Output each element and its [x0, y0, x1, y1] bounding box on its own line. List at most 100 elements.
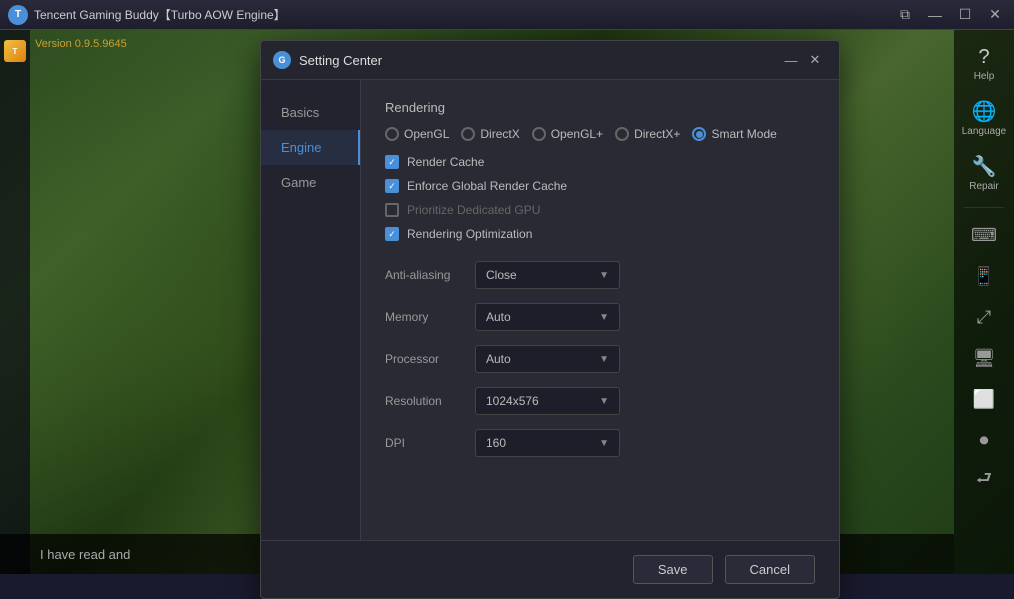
language-icon: 🌐 [972, 99, 997, 124]
checkbox-render-cache-label: Render Cache [407, 155, 484, 169]
render-mode-group: OpenGL DirectX OpenGL+ DirectX+ Smart Mo… [385, 127, 815, 141]
app-logo: T [4, 40, 26, 62]
cancel-button[interactable]: Cancel [725, 555, 815, 584]
section-title: Rendering [385, 100, 815, 115]
sidebar-item-help[interactable]: ? Help [959, 40, 1009, 88]
crop-button[interactable]: ⬜ [964, 381, 1004, 417]
save-button[interactable]: Save [633, 555, 713, 584]
memory-label: Memory [385, 310, 475, 324]
exit-button[interactable]: ⮐ [964, 463, 1004, 499]
memory-value: Auto [486, 310, 511, 324]
select-row-processor: Processor Auto ▼ [385, 345, 815, 373]
radio-directx-circle [461, 127, 475, 141]
radio-opengl-label: OpenGL [404, 127, 449, 141]
processor-arrow: ▼ [599, 354, 609, 365]
dpi-arrow: ▼ [599, 438, 609, 449]
checkbox-enforce-global-label: Enforce Global Render Cache [407, 179, 567, 193]
anti-aliasing-label: Anti-aliasing [385, 268, 475, 282]
language-label: Language [962, 126, 1007, 137]
select-row-dpi: DPI 160 ▼ [385, 429, 815, 457]
checkbox-render-cache[interactable]: Render Cache [385, 155, 815, 169]
resolution-label: Resolution [385, 394, 475, 408]
keyboard-button[interactable]: ⌨ [964, 217, 1004, 253]
dialog-content: Rendering OpenGL DirectX OpenGL+ Direc [361, 80, 839, 540]
radio-openglplus-circle [532, 127, 546, 141]
checkbox-rendering-opt-label: Rendering Optimization [407, 227, 532, 241]
radio-directxplus[interactable]: DirectX+ [615, 127, 680, 141]
processor-value: Auto [486, 352, 511, 366]
radio-openglplus[interactable]: OpenGL+ [532, 127, 603, 141]
anti-aliasing-value: Close [486, 268, 517, 282]
anti-aliasing-select[interactable]: Close ▼ [475, 261, 620, 289]
radio-smartmode-label: Smart Mode [711, 127, 776, 141]
dpi-select[interactable]: 160 ▼ [475, 429, 620, 457]
nav-item-game[interactable]: Game [261, 165, 360, 200]
checkbox-prioritize-gpu-box [385, 203, 399, 217]
taskbar-controls: ⧉ — ☐ ✕ [890, 0, 1010, 30]
checkbox-enforce-global-box [385, 179, 399, 193]
app-title: Tencent Gaming Buddy【Turbo AOW Engine】 [34, 6, 890, 23]
taskbar: T Tencent Gaming Buddy【Turbo AOW Engine】… [0, 0, 1014, 30]
app-icon-area: T [0, 30, 30, 574]
select-row-anti-aliasing: Anti-aliasing Close ▼ [385, 261, 815, 289]
checkbox-render-cache-box [385, 155, 399, 169]
phone-button[interactable]: 📱 [964, 258, 1004, 294]
help-icon: ? [978, 46, 989, 69]
dialog-nav: Basics Engine Game [261, 80, 361, 540]
right-sidebar: ? Help 🌐 Language 🔧 Repair ⌨ 📱 ⤢ 🖥 ⬜ ⏺ ⮐ [954, 30, 1014, 574]
screen-button[interactable]: 🖥 [964, 340, 1004, 376]
close-button[interactable]: ✕ [980, 0, 1010, 30]
checkbox-rendering-opt-box [385, 227, 399, 241]
app-icon: T [8, 5, 28, 25]
repair-icon: 🔧 [972, 154, 997, 179]
dialog-minimize-button[interactable]: — [779, 49, 803, 71]
nav-item-basics[interactable]: Basics [261, 95, 360, 130]
radio-openglplus-label: OpenGL+ [551, 127, 603, 141]
radio-opengl-circle [385, 127, 399, 141]
radio-directx[interactable]: DirectX [461, 127, 519, 141]
radio-smartmode-circle [692, 127, 706, 141]
dialog-footer: Save Cancel [261, 540, 839, 598]
select-row-memory: Memory Auto ▼ [385, 303, 815, 331]
resolution-select[interactable]: 1024x576 ▼ [475, 387, 620, 415]
checkbox-enforce-global[interactable]: Enforce Global Render Cache [385, 179, 815, 193]
checkbox-group: Render Cache Enforce Global Render Cache… [385, 155, 815, 241]
expand-button[interactable]: ⤢ [964, 299, 1004, 335]
radio-smartmode[interactable]: Smart Mode [692, 127, 776, 141]
restore-button[interactable]: ⧉ [890, 0, 920, 30]
bottom-text: I have read and [40, 547, 130, 562]
nav-item-engine[interactable]: Engine [261, 130, 360, 165]
repair-label: Repair [969, 181, 998, 192]
maximize-button[interactable]: ☐ [950, 0, 980, 30]
record-button[interactable]: ⏺ [964, 422, 1004, 458]
checkbox-rendering-opt[interactable]: Rendering Optimization [385, 227, 815, 241]
minimize-button[interactable]: — [920, 0, 950, 30]
dialog-icon: G [273, 51, 291, 69]
memory-select[interactable]: Auto ▼ [475, 303, 620, 331]
dialog-close-button[interactable]: ✕ [803, 49, 827, 71]
help-label: Help [974, 71, 995, 82]
sidebar-item-repair[interactable]: 🔧 Repair [959, 148, 1009, 198]
dialog-titlebar: G Setting Center — ✕ [261, 41, 839, 80]
radio-directxplus-label: DirectX+ [634, 127, 680, 141]
checkbox-prioritize-gpu-label: Prioritize Dedicated GPU [407, 203, 540, 217]
dpi-value: 160 [486, 436, 506, 450]
version-text: Version 0.9.5.9645 [35, 38, 127, 50]
radio-directxplus-circle [615, 127, 629, 141]
radio-opengl[interactable]: OpenGL [385, 127, 449, 141]
dialog-title: Setting Center [299, 53, 779, 68]
processor-label: Processor [385, 352, 475, 366]
dpi-label: DPI [385, 436, 475, 450]
resolution-value: 1024x576 [486, 394, 539, 408]
sidebar-divider [964, 207, 1004, 208]
anti-aliasing-arrow: ▼ [599, 270, 609, 281]
resolution-arrow: ▼ [599, 396, 609, 407]
dialog-body: Basics Engine Game Rendering OpenGL Dire… [261, 80, 839, 540]
processor-select[interactable]: Auto ▼ [475, 345, 620, 373]
radio-directx-label: DirectX [480, 127, 519, 141]
select-row-resolution: Resolution 1024x576 ▼ [385, 387, 815, 415]
checkbox-prioritize-gpu[interactable]: Prioritize Dedicated GPU [385, 203, 815, 217]
setting-center-dialog: G Setting Center — ✕ Basics Engine Game … [260, 40, 840, 599]
memory-arrow: ▼ [599, 312, 609, 323]
sidebar-item-language[interactable]: 🌐 Language [959, 93, 1009, 143]
